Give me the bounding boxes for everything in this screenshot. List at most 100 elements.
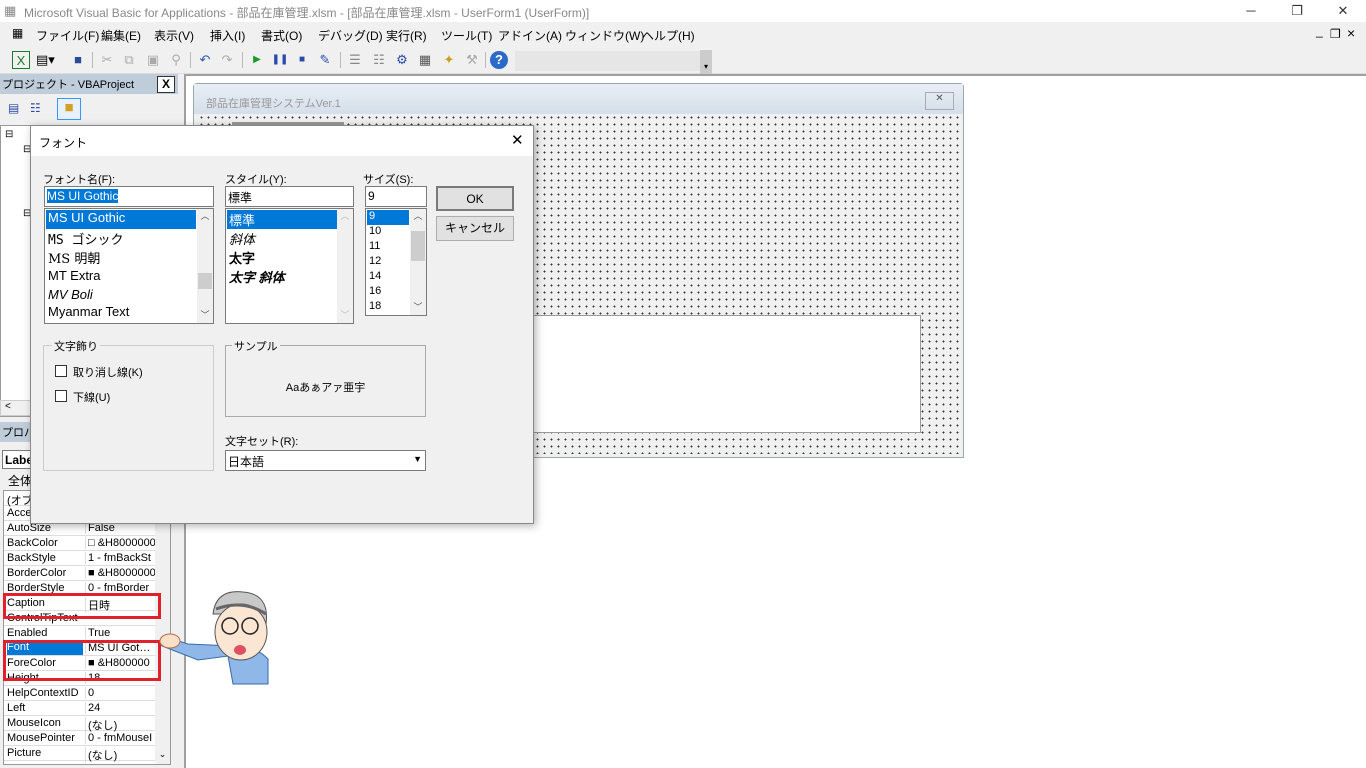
- listbox-control[interactable]: [531, 315, 921, 433]
- project-explorer-icon[interactable]: ☰: [346, 51, 364, 69]
- userform-close-button[interactable]: ✕: [925, 92, 954, 110]
- project-close-button[interactable]: X: [157, 76, 175, 93]
- property-row[interactable]: MousePointer 0 - fmMouseI: [4, 731, 156, 746]
- toolbox-icon[interactable]: ▦: [416, 51, 434, 69]
- cancel-button[interactable]: キャンセル: [436, 216, 514, 241]
- property-row[interactable]: BackColor □ &H8000000: [4, 536, 156, 551]
- strikeout-label[interactable]: 取り消し線(K): [73, 364, 143, 380]
- menu-view[interactable]: 表示(V): [154, 27, 194, 44]
- mdi-restore-button[interactable]: ❐: [1330, 27, 1341, 41]
- find-icon[interactable]: ⚲: [167, 51, 185, 69]
- reset-icon[interactable]: ■: [293, 51, 311, 69]
- style-list-scrollbar[interactable]: ︿ ﹀: [337, 209, 353, 323]
- menu-debug[interactable]: デバッグ(D): [318, 27, 383, 44]
- sample-group: サンプル Aaあぁアァ亜宇: [225, 338, 426, 417]
- property-value[interactable]: 0 - fmMouseI: [85, 732, 155, 744]
- mdi-close-button[interactable]: ×: [1347, 25, 1355, 41]
- tree-expander[interactable]: ⊟: [5, 129, 13, 140]
- addin-icon[interactable]: ✦: [440, 51, 458, 69]
- break-icon[interactable]: ❚❚: [271, 51, 289, 69]
- menu-run[interactable]: 実行(R): [386, 27, 427, 44]
- pointing-character-illustration: [159, 586, 284, 700]
- underline-label[interactable]: 下線(U): [73, 389, 110, 405]
- view-code-icon[interactable]: ▤: [8, 101, 19, 115]
- size-option[interactable]: 18: [367, 300, 381, 315]
- project-title-text: プロジェクト - VBAProject: [2, 79, 135, 91]
- toggle-folders-icon[interactable]: ■: [57, 98, 81, 120]
- close-button[interactable]: ✕: [1320, 0, 1366, 22]
- insert-userform-icon[interactable]: ▤▾: [36, 51, 55, 69]
- toolbar-overflow[interactable]: ▾: [700, 50, 712, 74]
- menu-edit[interactable]: 編集(E): [101, 27, 141, 44]
- property-row[interactable]: HelpContextID 0: [4, 686, 156, 701]
- dialog-close-button[interactable]: ✕: [511, 131, 524, 149]
- style-input[interactable]: 標準: [225, 186, 354, 207]
- tools-icon[interactable]: ⚒: [463, 51, 481, 69]
- menu-tools[interactable]: ツール(T): [441, 27, 492, 44]
- code-window-icon[interactable]: ▦: [12, 26, 23, 40]
- mdi-minimize-button[interactable]: _: [1316, 24, 1323, 38]
- ok-button[interactable]: OK: [436, 186, 514, 211]
- property-value[interactable]: (なし): [85, 747, 155, 763]
- property-row[interactable]: MouseIcon (なし): [4, 716, 156, 733]
- property-value[interactable]: 24: [85, 702, 155, 714]
- font-option[interactable]: MS UI Gothic: [46, 210, 196, 229]
- menu-addins[interactable]: アドイン(A): [498, 27, 562, 44]
- property-value[interactable]: True: [85, 627, 155, 639]
- view-object-icon[interactable]: ☷: [30, 101, 41, 115]
- strikeout-checkbox[interactable]: [55, 365, 67, 377]
- style-option[interactable]: 太字 斜体: [227, 267, 285, 286]
- property-value[interactable]: 1 - fmBackSt: [85, 552, 155, 564]
- font-option[interactable]: MT Extra: [46, 268, 101, 287]
- tab-alphabetic[interactable]: 全体: [8, 472, 32, 489]
- menu-insert[interactable]: 挿入(I): [210, 27, 245, 44]
- font-option[interactable]: MS 明朝: [46, 248, 100, 267]
- chevron-down-icon: ▼: [413, 454, 422, 464]
- minimize-button[interactable]: ─: [1228, 0, 1274, 22]
- property-row[interactable]: Picture (なし): [4, 746, 156, 763]
- properties-icon[interactable]: ☷: [370, 51, 388, 69]
- size-option[interactable]: 9: [367, 210, 409, 225]
- property-row[interactable]: Enabled True: [4, 626, 156, 641]
- property-name: BackColor: [7, 537, 58, 549]
- help-icon[interactable]: ?: [490, 51, 508, 69]
- menu-window[interactable]: ウィンドウ(W): [565, 27, 644, 44]
- property-row[interactable]: Left 24: [4, 701, 156, 716]
- paste-icon[interactable]: ▣: [144, 51, 162, 69]
- menu-file[interactable]: ファイル(F): [36, 27, 99, 44]
- style-option[interactable]: 標準: [227, 210, 337, 229]
- menu-format[interactable]: 書式(O): [261, 27, 302, 44]
- effects-group: 文字飾り 取り消し線(K) 下線(U): [43, 338, 214, 471]
- restore-button[interactable]: ❐: [1274, 0, 1320, 22]
- save-icon[interactable]: ■: [69, 51, 87, 69]
- design-mode-icon[interactable]: ✎: [316, 51, 334, 69]
- copy-icon[interactable]: ⧉: [120, 51, 138, 69]
- property-row[interactable]: BorderColor ■ &H8000000: [4, 566, 156, 581]
- object-browser-icon[interactable]: ⚙: [393, 51, 411, 69]
- property-name: BackStyle: [7, 552, 56, 564]
- property-value[interactable]: □ &H8000000: [85, 537, 155, 549]
- excel-icon[interactable]: X: [12, 51, 30, 69]
- font-option[interactable]: MS ゴシック: [46, 229, 123, 248]
- run-icon[interactable]: ▶: [248, 51, 266, 69]
- style-option[interactable]: 太字: [227, 248, 255, 267]
- property-value[interactable]: ■ &H8000000: [85, 567, 155, 579]
- style-option[interactable]: 斜体: [227, 229, 255, 248]
- size-list[interactable]: 9 10 11 12 14 16 18 ︿ ﹀: [365, 208, 427, 316]
- cut-icon[interactable]: ✂: [98, 51, 116, 69]
- menu-help[interactable]: ヘルプ(H): [642, 27, 695, 44]
- size-list-scrollbar[interactable]: ︿ ﹀: [410, 209, 426, 315]
- undo-icon[interactable]: ↶: [196, 51, 214, 69]
- size-input[interactable]: 9: [365, 186, 427, 207]
- font-name-input[interactable]: MS UI Gothic: [44, 186, 214, 207]
- properties-grid[interactable]: (オブジェクト名)AcceleratorAutoSizeFalseBackCol…: [3, 490, 171, 765]
- property-value[interactable]: 0: [85, 687, 155, 699]
- font-option[interactable]: Myanmar Text: [46, 304, 129, 323]
- style-list[interactable]: 標準 斜体 太字 太字 斜体 ︿ ﹀: [225, 208, 354, 324]
- redo-icon[interactable]: ↷: [218, 51, 236, 69]
- font-name-list[interactable]: MS UI Gothic MS ゴシック MS 明朝 MT Extra MV B…: [44, 208, 214, 324]
- underline-checkbox[interactable]: [55, 390, 67, 402]
- font-list-scrollbar[interactable]: ︿ ﹀: [197, 209, 213, 323]
- property-row[interactable]: BackStyle 1 - fmBackSt: [4, 551, 156, 566]
- charset-select[interactable]: 日本語 ▼: [225, 450, 426, 471]
